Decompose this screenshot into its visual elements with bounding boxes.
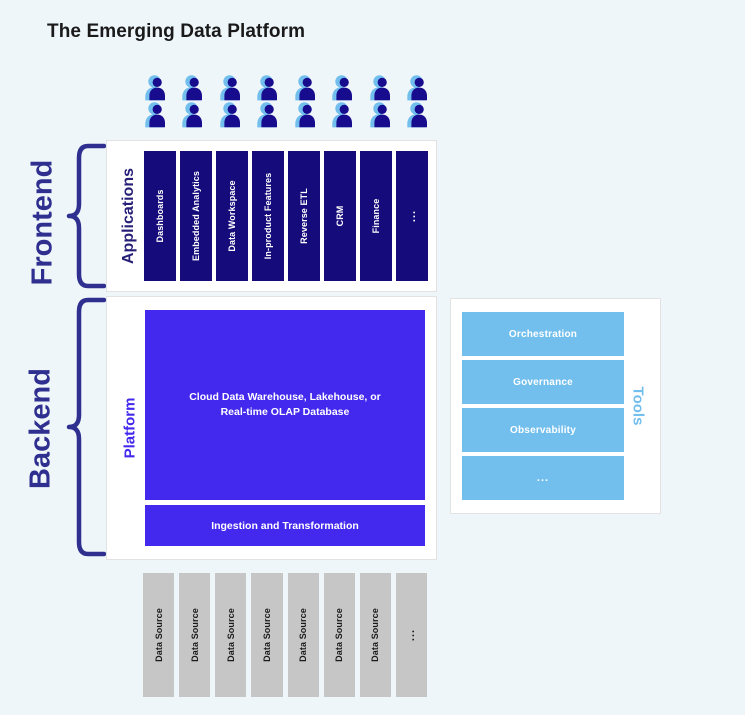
data-source-box-label: Data Source bbox=[225, 608, 236, 662]
application-box[interactable]: ... bbox=[396, 151, 428, 281]
backend-brace bbox=[66, 296, 106, 558]
data-source-box-label: Data Source bbox=[334, 608, 345, 662]
user-column bbox=[218, 74, 246, 130]
user-group-icon bbox=[218, 101, 246, 128]
tier-label-frontend: Frontend bbox=[26, 159, 59, 286]
tools-content: Orchestration Governance Observability... … bbox=[450, 298, 661, 514]
platform-stack: Cloud Data Warehouse, Lakehouse, or Real… bbox=[145, 310, 425, 546]
applications-label-text: Applications bbox=[120, 167, 137, 265]
ingestion-box-text: Ingestion and Transformation bbox=[211, 519, 359, 532]
tools-label: Tools bbox=[624, 312, 652, 500]
user-group-icon bbox=[180, 101, 208, 128]
user-column bbox=[293, 74, 321, 130]
user-group-icon bbox=[293, 74, 321, 101]
data-source-box-label: Data Source bbox=[189, 608, 200, 662]
tool-box[interactable]: Governance bbox=[462, 360, 624, 404]
user-group-icon bbox=[368, 74, 396, 101]
user-group-icon bbox=[255, 101, 283, 128]
user-column bbox=[330, 74, 358, 130]
application-box-label: Dashboards bbox=[155, 189, 165, 243]
application-box-label: Embedded Analytics bbox=[191, 171, 201, 261]
tool-box[interactable]: ... bbox=[462, 456, 624, 500]
user-group-icon bbox=[293, 101, 321, 128]
warehouse-line-1: Cloud Data Warehouse, Lakehouse, or bbox=[189, 390, 381, 403]
data-source-box[interactable]: Data Source bbox=[359, 573, 391, 697]
data-source-box[interactable]: Data Source bbox=[215, 573, 247, 697]
data-source-box-label: Data Source bbox=[370, 608, 381, 662]
users-group bbox=[143, 74, 433, 130]
user-column bbox=[368, 74, 396, 130]
user-group-icon bbox=[330, 101, 358, 128]
data-source-box[interactable]: Data Source bbox=[287, 573, 319, 697]
data-source-box[interactable]: Data Source bbox=[143, 573, 175, 697]
application-box-list: Dashboards Embedded Analytics Data Workspa… bbox=[144, 151, 428, 281]
application-box[interactable]: Reverse ETL bbox=[288, 151, 320, 281]
applications-content: Applications Dashboards Embedded Analytic… bbox=[106, 140, 437, 292]
warehouse-line-2: Real-time OLAP Database bbox=[220, 406, 350, 418]
tier-label-backend: Backend bbox=[24, 368, 57, 489]
user-group-icon bbox=[180, 74, 208, 101]
data-source-box-label: Data Source bbox=[153, 608, 164, 662]
warehouse-box-text: Cloud Data Warehouse, Lakehouse, or Real… bbox=[189, 390, 381, 420]
data-source-box[interactable]: Data Source bbox=[323, 573, 355, 697]
user-group-icon bbox=[143, 101, 171, 128]
user-group-icon bbox=[255, 74, 283, 101]
frontend-brace bbox=[66, 142, 106, 290]
application-box[interactable]: In-product Features bbox=[252, 151, 284, 281]
application-box-label: Finance bbox=[371, 198, 381, 234]
application-box-label: In-product Features bbox=[263, 172, 273, 260]
page-title: The Emerging Data Platform bbox=[47, 21, 306, 42]
user-column bbox=[143, 74, 171, 130]
application-box[interactable]: Embedded Analytics bbox=[180, 151, 212, 281]
user-group-icon bbox=[330, 74, 358, 101]
data-source-box-label: ... bbox=[405, 628, 418, 642]
user-group-icon bbox=[405, 74, 433, 101]
application-box[interactable]: Dashboards bbox=[144, 151, 176, 281]
application-box-label: Reverse ETL bbox=[299, 188, 309, 244]
tool-box[interactable]: Observability bbox=[462, 408, 624, 452]
application-box-label: CRM bbox=[335, 205, 345, 227]
user-column bbox=[180, 74, 208, 130]
user-group-icon bbox=[368, 101, 396, 128]
user-group-icon bbox=[218, 74, 246, 101]
warehouse-box[interactable]: Cloud Data Warehouse, Lakehouse, or Real… bbox=[145, 310, 425, 500]
user-group-icon bbox=[143, 74, 171, 101]
data-source-box-label: Data Source bbox=[261, 608, 272, 662]
application-box[interactable]: CRM bbox=[324, 151, 356, 281]
applications-label: Applications bbox=[114, 151, 144, 281]
user-column bbox=[405, 74, 433, 130]
ingestion-box[interactable]: Ingestion and Transformation bbox=[145, 505, 425, 546]
diagram-canvas: The Emerging Data Platform Frontend Back… bbox=[0, 0, 745, 715]
data-source-box[interactable]: Data Source bbox=[179, 573, 211, 697]
application-box[interactable]: Finance bbox=[360, 151, 392, 281]
tool-box-list: Orchestration Governance Observability... bbox=[462, 312, 624, 500]
tool-box[interactable]: Orchestration bbox=[462, 312, 624, 356]
platform-content: Platform Cloud Data Warehouse, Lakehouse… bbox=[106, 296, 437, 560]
platform-label-text: Platform bbox=[121, 397, 139, 459]
data-source-box[interactable]: ... bbox=[395, 573, 427, 697]
tools-label-text: Tools bbox=[629, 386, 647, 426]
application-box-label: ... bbox=[406, 209, 418, 223]
application-box-label: Data Workspace bbox=[227, 180, 237, 252]
platform-label: Platform bbox=[115, 310, 145, 546]
data-source-box-label: Data Source bbox=[298, 608, 309, 662]
application-box[interactable]: Data Workspace bbox=[216, 151, 248, 281]
user-group-icon bbox=[405, 101, 433, 128]
data-source-list: Data Source Data Source Data Source Data So… bbox=[143, 573, 427, 697]
user-column bbox=[255, 74, 283, 130]
data-source-box[interactable]: Data Source bbox=[251, 573, 283, 697]
